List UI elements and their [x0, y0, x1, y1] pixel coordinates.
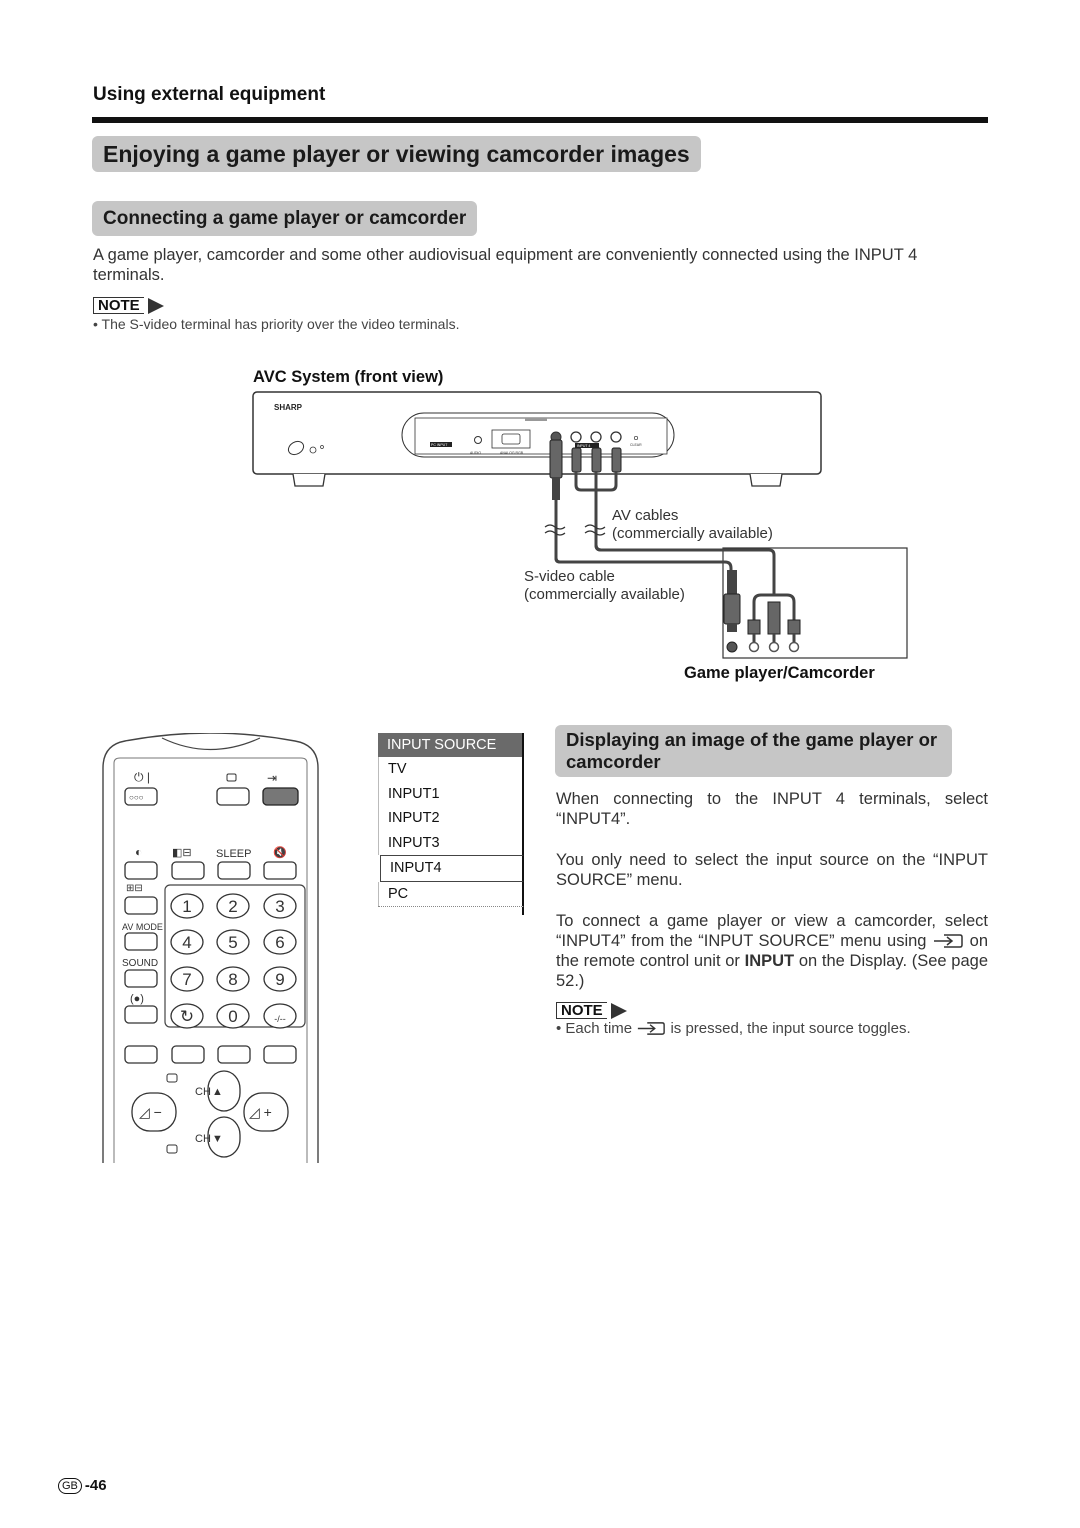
- color-button: [171, 1045, 205, 1064]
- input-icon: [934, 934, 963, 948]
- note-label: NOTE: [556, 1002, 607, 1019]
- digit-label: 3: [275, 897, 284, 916]
- digit-label: 0: [228, 1007, 237, 1026]
- svg-text:ANALOG RGB: ANALOG RGB: [500, 451, 524, 455]
- input-icon: [638, 1022, 666, 1035]
- digit-buttons: 1 2 3 4 5 6 7 8 9 ↻ 0 -/--: [170, 893, 297, 1029]
- av-mode-button: [124, 932, 158, 951]
- svg-text:CH: CH: [195, 1086, 211, 1098]
- svg-text:▼: ▼: [212, 1133, 223, 1145]
- paragraph-select-input4: When connecting to the INPUT 4 terminals…: [556, 790, 988, 828]
- sound-button: [124, 969, 158, 988]
- color-button: [263, 1045, 297, 1064]
- digit-label: 5: [228, 933, 237, 952]
- note-badge: NOTE: [93, 297, 164, 314]
- mute-button: [263, 861, 297, 880]
- color-button: [217, 1045, 251, 1064]
- menu-item-input1[interactable]: INPUT1: [378, 781, 524, 806]
- avc-system-label: AVC System (front view): [253, 368, 444, 386]
- input-button: [262, 787, 299, 806]
- svg-text:○○○: ○○○: [129, 793, 144, 802]
- svg-text:◧⊟: ◧⊟: [172, 847, 192, 859]
- sleep-button: [217, 861, 251, 880]
- svg-text:⊞⊟: ⊞⊟: [126, 883, 143, 894]
- remote-button: [124, 861, 158, 880]
- note-text: • Each time is pressed, the input source…: [556, 1020, 911, 1037]
- svideo-cable-label: S-video cable (commercially available): [524, 568, 685, 603]
- note-badge: NOTE: [556, 1002, 627, 1019]
- game-player-device: [722, 547, 908, 659]
- menu-title: INPUT SOURCE: [378, 733, 524, 757]
- svg-text:◐: ◐: [135, 845, 142, 859]
- svg-text:AUDIO: AUDIO: [470, 451, 481, 455]
- brand-logo: SHARP: [274, 403, 303, 412]
- svg-text:CH: CH: [195, 1133, 211, 1145]
- svg-text:CLEAR: CLEAR: [630, 443, 642, 447]
- remote-control: ⏻ | ○○○ ⇥ ◐ ◧⊟ SLEEP 🔇 ⊞⊟ AV MODE SOUND …: [102, 733, 319, 1163]
- connecting-heading: Connecting a game player or camcorder: [92, 201, 478, 236]
- display-button: [216, 787, 250, 806]
- note-label: NOTE: [93, 297, 144, 314]
- note-arrow-icon: [610, 1002, 627, 1019]
- svg-text:◿ +: ◿ +: [249, 1104, 272, 1120]
- connection-diagram: SHARP PC INPUT AUDIO ANALOG RGB INPUT 4 …: [252, 391, 908, 659]
- region-badge: GB: [58, 1477, 82, 1494]
- paragraph-input-source: You only need to select the input source…: [556, 851, 988, 889]
- menu-item-input4[interactable]: INPUT4: [380, 855, 524, 882]
- remote-button: [171, 861, 205, 880]
- remote-button: [124, 1005, 158, 1024]
- digit-label: 2: [228, 897, 237, 916]
- digit-label: 4: [182, 933, 191, 952]
- header-rule: [92, 117, 988, 123]
- menu-item-pc[interactable]: PC: [378, 881, 524, 906]
- input-icon: ⇥: [267, 771, 277, 785]
- avc-foot-right: [749, 473, 783, 487]
- av-cables-label: AV cables (commercially available): [612, 507, 773, 542]
- digit-label: 7: [182, 970, 191, 989]
- svg-text:AV MODE: AV MODE: [122, 922, 163, 932]
- remote-button: [124, 896, 158, 915]
- color-button: [124, 1045, 158, 1064]
- digit-label: 6: [275, 933, 284, 952]
- power-icon: ⏻ |: [134, 770, 150, 784]
- svg-text:INPUT 4: INPUT 4: [577, 444, 590, 448]
- menu-item-tv[interactable]: TV: [378, 757, 524, 782]
- svg-text:SLEEP: SLEEP: [216, 848, 251, 860]
- intro-paragraph: A game player, camcorder and some other …: [93, 246, 918, 284]
- svg-text:SOUND: SOUND: [122, 958, 158, 969]
- svideo-jack: [726, 641, 738, 653]
- svg-text:PC INPUT: PC INPUT: [431, 443, 448, 447]
- svg-text:▲: ▲: [212, 1086, 223, 1098]
- digit-label: 8: [228, 970, 237, 989]
- digit-label: -/--: [274, 1014, 286, 1024]
- input-source-menu: INPUT SOURCE TV INPUT1 INPUT2 INPUT3 INP…: [378, 733, 524, 915]
- note-arrow-icon: [147, 297, 164, 314]
- menu-item-input3[interactable]: INPUT3: [378, 830, 524, 855]
- svg-text:◿ −: ◿ −: [139, 1104, 162, 1120]
- page-title: Enjoying a game player or viewing camcor…: [92, 136, 701, 172]
- digit-label: 1: [182, 897, 191, 916]
- digit-label: 9: [275, 970, 284, 989]
- displaying-heading: Displaying an image of the game player o…: [555, 725, 952, 777]
- rgb-port: [491, 429, 531, 449]
- svg-text:(●): (●): [130, 993, 144, 1005]
- digit-label: ↻: [180, 1007, 194, 1026]
- note-text: • The S-video terminal has priority over…: [93, 316, 460, 332]
- page-number: GB -46: [58, 1477, 107, 1494]
- mute-icon: 🔇: [273, 846, 287, 859]
- menu-item-input2[interactable]: INPUT2: [378, 806, 524, 831]
- section-label: Using external equipment: [93, 84, 326, 105]
- avc-foot-left: [292, 473, 326, 487]
- device-label: Game player/Camcorder: [684, 664, 875, 682]
- paragraph-instructions: To connect a game player or view a camco…: [556, 912, 988, 990]
